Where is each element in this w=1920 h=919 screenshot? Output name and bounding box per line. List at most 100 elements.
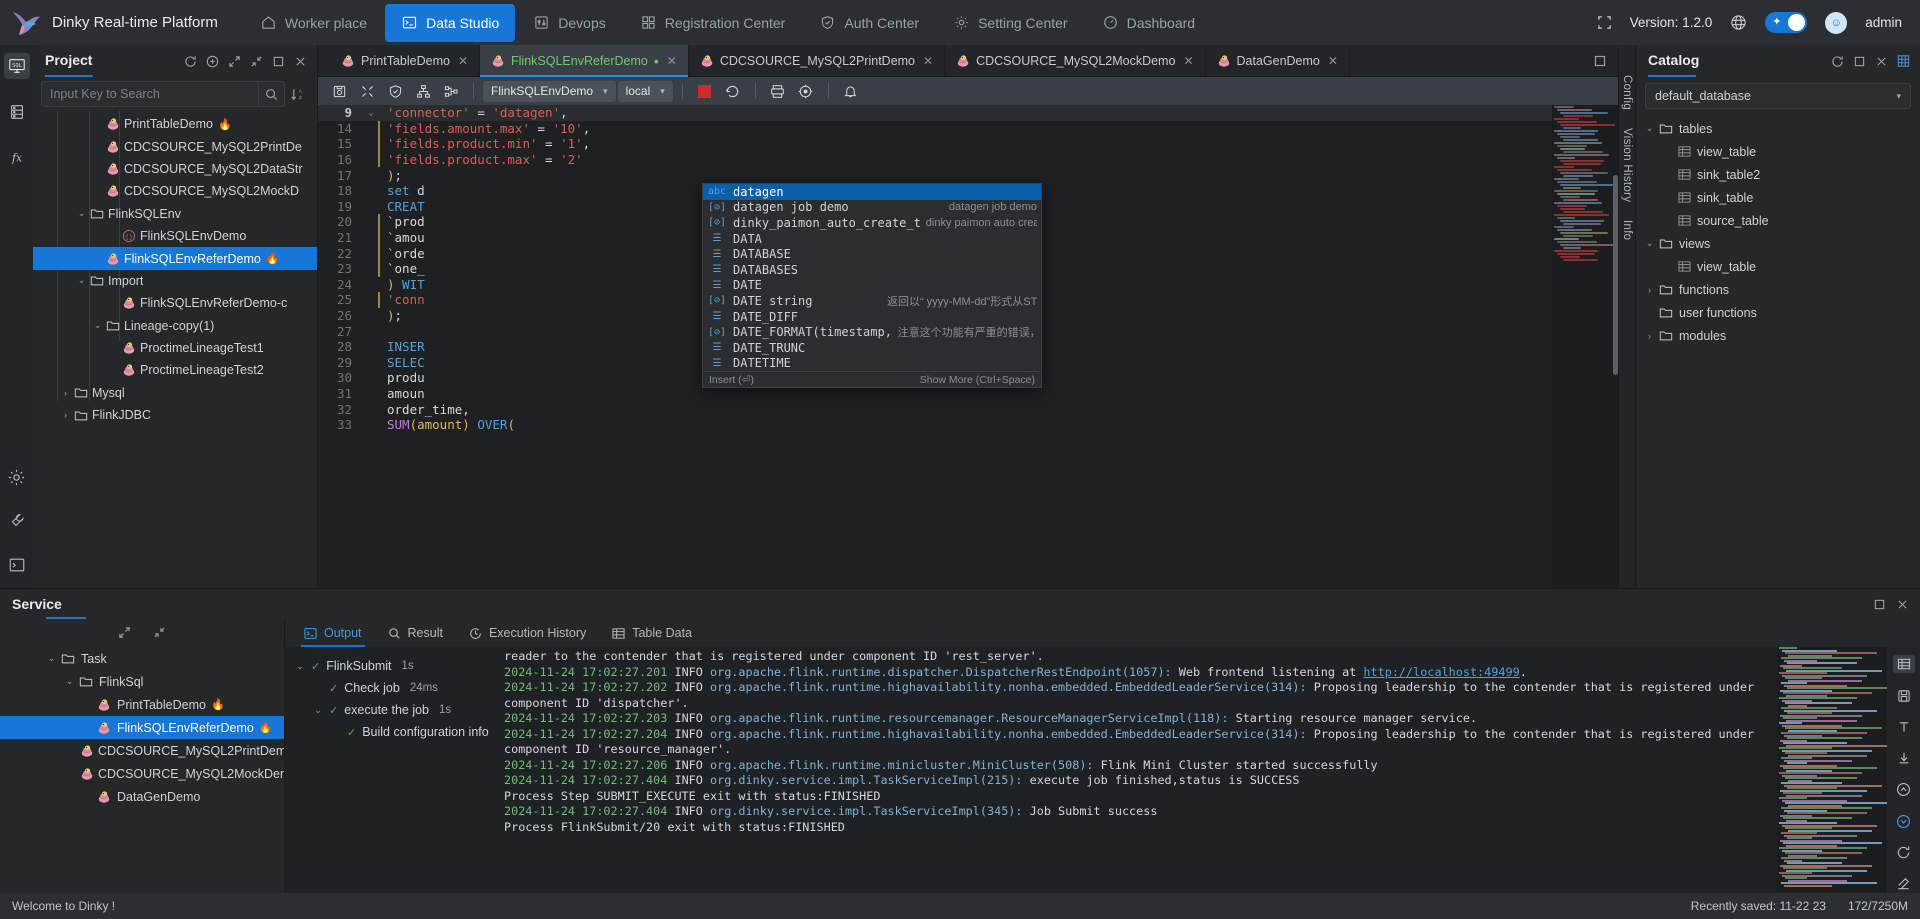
autocomplete-item[interactable]: ☰DATABASES: [703, 262, 1041, 278]
close-icon[interactable]: ✕: [1183, 54, 1193, 68]
log-output[interactable]: reader to the contender that is register…: [500, 647, 1777, 893]
output-tab-output[interactable]: Output: [291, 619, 375, 647]
mode-select[interactable]: local ▾: [618, 81, 673, 102]
autocomplete-item[interactable]: abcdatagen: [703, 184, 1041, 200]
project-tree-item[interactable]: PrintTableDemo🔥: [33, 113, 317, 135]
tree-caret-icon[interactable]: ⌄: [91, 320, 104, 331]
print-icon[interactable]: [765, 80, 791, 102]
log-scroll-up-icon[interactable]: [1893, 781, 1915, 799]
nav-auth-center[interactable]: Auth Center: [803, 4, 935, 42]
service-tree-item[interactable]: FlinkSQLEnvReferDemo🔥: [0, 716, 284, 739]
editor-tab[interactable]: PrintTableDemo✕: [330, 45, 480, 76]
autocomplete-item[interactable]: [⊘]DATE string返回以“ yyyy-MM-dd”形式从STRING解…: [703, 293, 1041, 309]
editor-tab[interactable]: FlinkSQLEnvReferDemo•✕: [480, 45, 689, 76]
history-icon[interactable]: [720, 80, 746, 102]
autocomplete-showmore-hint[interactable]: Show More (Ctrl+Space): [920, 374, 1035, 386]
table-grid-icon[interactable]: [1897, 55, 1910, 68]
rail-database-icon[interactable]: [4, 99, 30, 125]
save-icon[interactable]: [326, 80, 352, 102]
autocomplete-item[interactable]: [⊘]DATE_FORMAT(timestamp, st…注意这个功能有严重的错…: [703, 324, 1041, 340]
service-tree-item[interactable]: ⌄Task: [0, 647, 284, 670]
tree-caret-icon[interactable]: ⌄: [75, 208, 88, 219]
add-icon[interactable]: [206, 55, 219, 68]
nav-devops[interactable]: Devops: [517, 4, 621, 42]
project-tree-item[interactable]: {}FlinkSQLEnvDemo: [33, 225, 317, 247]
execution-step[interactable]: ⌄✓execute the job1s: [295, 699, 500, 721]
autocomplete-item[interactable]: ☰DATABASE: [703, 246, 1041, 262]
log-download-icon[interactable]: [1893, 749, 1915, 767]
fold-icon[interactable]: ⌄: [364, 108, 378, 118]
catalog-tree-item[interactable]: view_table: [1636, 255, 1920, 278]
service-tree-item[interactable]: CDCSOURCE_MySQL2PrintDemo🔥: [0, 739, 284, 762]
close-icon[interactable]: [1897, 599, 1908, 610]
autocomplete-item[interactable]: ☰DATE: [703, 278, 1041, 294]
tree-caret-icon[interactable]: ›: [59, 388, 72, 398]
tree-caret-icon[interactable]: ⌄: [44, 653, 59, 664]
editor-minimap[interactable]: [1552, 105, 1618, 588]
service-tree-item[interactable]: DataGenDemo: [0, 785, 284, 808]
execution-step[interactable]: ✓Build configuration info: [295, 721, 500, 743]
search-icon[interactable]: [258, 81, 284, 107]
fullscreen-icon[interactable]: [1597, 15, 1612, 30]
autocomplete-item[interactable]: ☰DATE_DIFF: [703, 309, 1041, 325]
project-tree-item[interactable]: CDCSOURCE_MySQL2MockD: [33, 180, 317, 202]
project-tree-item[interactable]: ›Mysql: [33, 382, 317, 404]
side-tab-vision-history[interactable]: Vision History: [1621, 128, 1633, 202]
close-icon[interactable]: ✕: [923, 54, 933, 68]
nav-data-studio[interactable]: Data Studio: [385, 4, 515, 42]
tree-caret-icon[interactable]: ⌄: [1642, 238, 1657, 249]
nav-worker-place[interactable]: Worker place: [244, 4, 383, 42]
tree-caret-icon[interactable]: ›: [59, 410, 72, 420]
close-icon[interactable]: ✕: [1328, 54, 1338, 68]
project-tree-item[interactable]: FlinkSQLEnvReferDemo-c: [33, 292, 317, 314]
execution-step[interactable]: ⌄✓FlinkSubmit1s: [295, 655, 500, 677]
tree-caret-icon[interactable]: ›: [1642, 331, 1657, 341]
service-tree-item[interactable]: ⌄FlinkSql: [0, 670, 284, 693]
dag-icon[interactable]: [410, 80, 436, 102]
format-icon[interactable]: [354, 80, 380, 102]
side-tab-info[interactable]: Info: [1621, 220, 1633, 240]
output-tab-execution-history[interactable]: Execution History: [456, 619, 599, 647]
log-table-icon[interactable]: [1893, 655, 1915, 673]
nav-dashboard[interactable]: Dashboard: [1086, 4, 1212, 42]
nav-registration-center[interactable]: Registration Center: [624, 4, 802, 42]
rail-tools-icon[interactable]: [4, 508, 30, 534]
stop-icon[interactable]: [692, 80, 718, 102]
editor-tab[interactable]: CDCSOURCE_MySQL2PrintDemo✕: [689, 45, 945, 76]
execution-step[interactable]: ✓Check job24ms: [295, 677, 500, 699]
editor-scrollbar[interactable]: [1613, 175, 1618, 375]
expand-icon[interactable]: [228, 55, 241, 68]
status-memory[interactable]: 172/7250M: [1848, 899, 1908, 913]
globe-icon[interactable]: [1730, 14, 1747, 31]
search-input[interactable]: [42, 87, 258, 101]
project-tree-item[interactable]: ⌄Lineage-copy(1): [33, 315, 317, 337]
collapse-icon[interactable]: [250, 55, 263, 68]
service-tree-item[interactable]: PrintTableDemo🔥: [0, 693, 284, 716]
nav-setting-center[interactable]: Setting Center: [937, 4, 1084, 42]
rail-sql-icon[interactable]: SQL: [4, 53, 30, 79]
refresh-icon[interactable]: [184, 55, 197, 68]
collapse-icon[interactable]: [153, 626, 166, 639]
catalog-tree-item[interactable]: sink_table2: [1636, 163, 1920, 186]
output-tab-result[interactable]: Result: [375, 619, 456, 647]
catalog-tree-item[interactable]: ⌄tables: [1636, 117, 1920, 140]
rail-console-icon[interactable]: [4, 552, 30, 578]
project-tree-item[interactable]: ProctimeLineageTest2: [33, 359, 317, 381]
project-tree-item[interactable]: CDCSOURCE_MySQL2PrintDe: [33, 135, 317, 157]
close-icon[interactable]: [294, 55, 307, 68]
bell-icon[interactable]: [838, 80, 864, 102]
ai-toggle[interactable]: ✦: [1765, 12, 1807, 33]
project-tree-item[interactable]: ⌄FlinkSQLEnv: [33, 203, 317, 225]
autocomplete-item[interactable]: [⊘]dinky_paimon_auto_create_tab…dinky pa…: [703, 215, 1041, 231]
location-icon[interactable]: [793, 80, 819, 102]
log-text-icon[interactable]: [1893, 718, 1915, 736]
catalog-tree-item[interactable]: ›functions: [1636, 278, 1920, 301]
tree-caret-icon[interactable]: ⌄: [62, 676, 77, 687]
project-tree-item[interactable]: ProctimeLineageTest1: [33, 337, 317, 359]
catalog-tree-item[interactable]: ⌄views: [1636, 232, 1920, 255]
project-tree-item[interactable]: ›FlinkJDBC: [33, 404, 317, 426]
check-icon[interactable]: [382, 80, 408, 102]
sort-icon[interactable]: A Z: [285, 81, 309, 107]
project-search-box[interactable]: [41, 81, 285, 107]
tree-caret-icon[interactable]: ›: [1642, 285, 1657, 295]
